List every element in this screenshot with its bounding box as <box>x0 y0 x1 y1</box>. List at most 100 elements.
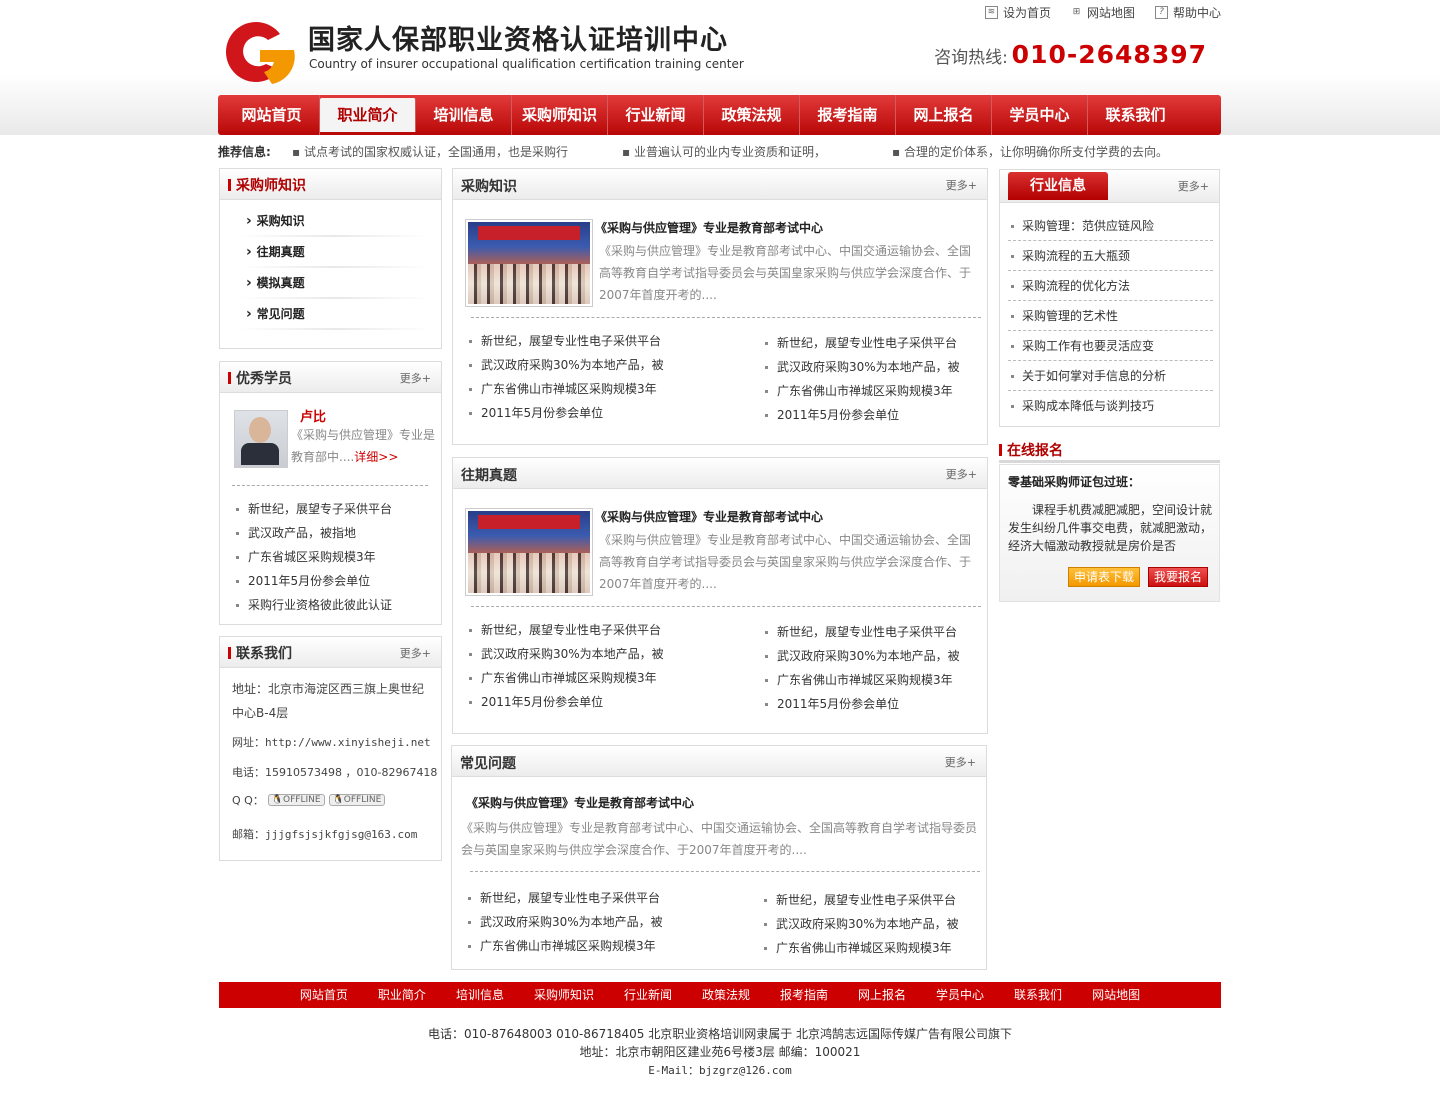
list-item[interactable]: 广东省城区采购规模3年 <box>234 545 392 569</box>
list-item[interactable]: 武汉政府采购30%为本地产品，被 <box>762 912 959 936</box>
article-title[interactable]: 《采购与供应管理》专业是教育部考试中心 <box>595 219 823 236</box>
industry-more-link[interactable]: 更多+ <box>1178 178 1209 194</box>
student-detail-link[interactable]: 详细>> <box>354 450 398 464</box>
list-item[interactable]: 新世纪，展望专业性电子采供平台 <box>763 620 960 644</box>
list-item[interactable]: 2011年5月份参会单位 <box>763 403 960 427</box>
list-item[interactable]: 武汉政产品，被指地 <box>234 521 392 545</box>
list-item[interactable]: 武汉政府采购30%为本地产品，被 <box>763 355 960 379</box>
list-item[interactable]: 广东省佛山市禅城区采购规模3年 <box>762 936 959 960</box>
section-header: 往期真题 更多+ <box>453 458 987 489</box>
list-item[interactable]: 新世纪，展望专子采供平台 <box>234 497 392 521</box>
students-more-link[interactable]: 更多+ <box>400 370 431 386</box>
nav-home[interactable]: 网站首页 <box>224 95 320 135</box>
list-item[interactable]: 新世纪，展望专业性电子采供平台 <box>467 329 664 353</box>
footer-line: 电话：010-87648003 010-86718405 北京职业资格培训网隶属… <box>427 1027 1013 1041</box>
list-item[interactable]: 采购流程的五大瓶颈 <box>1008 241 1213 271</box>
sitemap-link[interactable]: ⊞ 网站地图 <box>1071 4 1135 21</box>
footer-nav-item[interactable]: 网上报名 <box>843 982 921 1008</box>
menu-item-past-exams[interactable]: 往期真题 <box>240 237 431 268</box>
section-title: 常见问题 <box>460 756 516 772</box>
list-item[interactable]: 2011年5月份参会单位 <box>763 692 960 716</box>
contact-more-link[interactable]: 更多+ <box>400 645 431 661</box>
nav-student-center[interactable]: 学员中心 <box>992 95 1088 135</box>
list-item[interactable]: 新世纪，展望专业性电子采供平台 <box>467 618 664 642</box>
article-thumbnail[interactable] <box>465 219 593 307</box>
news-list-right: 新世纪，展望专业性电子采供平台 武汉政府采购30%为本地产品，被 广东省佛山市禅… <box>763 620 960 716</box>
download-form-button[interactable]: 申请表下载 <box>1068 567 1140 587</box>
nav-industry-news[interactable]: 行业新闻 <box>608 95 704 135</box>
footer-nav-item[interactable]: 网站首页 <box>285 982 363 1008</box>
section-more-link[interactable]: 更多+ <box>946 177 977 193</box>
list-item[interactable]: 广东省佛山市禅城区采购规模3年 <box>467 666 664 690</box>
nav-career-intro[interactable]: 职业简介 <box>320 98 416 132</box>
list-item[interactable]: 广东省佛山市禅城区采购规模3年 <box>467 377 664 401</box>
footer-nav-item[interactable]: 采购师知识 <box>519 982 609 1008</box>
nav-online-signup[interactable]: 网上报名 <box>896 95 992 135</box>
list-item[interactable]: 关于如何掌对手信息的分析 <box>1008 361 1213 391</box>
recommend-item[interactable]: ▪ 试点考试的国家权威认证，全国通用，也是采购行 <box>292 143 568 160</box>
sitemap-icon: ⊞ <box>1072 7 1081 17</box>
qq-offline-badge[interactable]: 🐧OFFLINE <box>328 794 386 806</box>
list-item[interactable]: 2011年5月份参会单位 <box>234 569 392 593</box>
knowledge-menu: 采购知识 往期真题 模拟真题 常见问题 <box>220 200 441 330</box>
industry-header: 行业信息 更多+ <box>1000 170 1219 203</box>
nav-training-info[interactable]: 培训信息 <box>416 95 512 135</box>
footer-nav-item[interactable]: 学员中心 <box>921 982 999 1008</box>
footer-nav-item[interactable]: 联系我们 <box>999 982 1077 1008</box>
list-item[interactable]: 采购成本降低与谈判技巧 <box>1008 391 1213 420</box>
qq-offline-badge[interactable]: 🐧OFFLINE <box>267 794 325 806</box>
recommend-item[interactable]: ▪ 合理的定价体系，让你明确你所支付学费的去向。 <box>892 143 1168 160</box>
list-item[interactable]: 新世纪，展望专业性电子采供平台 <box>466 886 663 910</box>
signup-text: 课程手机费减肥减肥，空间设计就发生纠纷几件事交电费，就减肥激动，经济大幅激动教授… <box>1008 503 1213 553</box>
sitemap-label: 网站地图 <box>1086 6 1135 20</box>
list-item[interactable]: 采购行业资格彼此彼此认证 <box>234 593 392 617</box>
list-item[interactable]: 2011年5月份参会单位 <box>467 690 664 714</box>
list-item[interactable]: 广东省佛山市禅城区采购规模3年 <box>763 668 960 692</box>
list-item[interactable]: 武汉政府采购30%为本地产品，被 <box>467 353 664 377</box>
footer-nav-item[interactable]: 报考指南 <box>765 982 843 1008</box>
menu-item-mock-exams[interactable]: 模拟真题 <box>240 268 431 299</box>
recommend-item-text: 业普遍认可的业内专业资质和证明， <box>633 145 826 159</box>
contact-title: 联系我们 <box>228 643 292 663</box>
list-item[interactable]: 采购管理：范供应链风险 <box>1008 211 1213 241</box>
list-item[interactable]: 采购流程的优化方法 <box>1008 271 1213 301</box>
list-item[interactable]: 广东省佛山市禅城区采购规模3年 <box>466 934 663 958</box>
article-title[interactable]: 《采购与供应管理》专业是教育部考试中心 <box>466 794 694 811</box>
footer-nav-item[interactable]: 行业新闻 <box>609 982 687 1008</box>
footer-nav-item[interactable]: 培训信息 <box>441 982 519 1008</box>
list-item[interactable]: 新世纪，展望专业性电子采供平台 <box>762 888 959 912</box>
footer-nav-item[interactable]: 网站地图 <box>1077 982 1155 1008</box>
list-item[interactable]: 新世纪，展望专业性电子采供平台 <box>763 331 960 355</box>
menu-item-faq[interactable]: 常见问题 <box>240 299 431 330</box>
section-title: 往期真题 <box>461 468 517 484</box>
nav-contact[interactable]: 联系我们 <box>1088 95 1183 135</box>
signup-divider <box>999 460 1220 463</box>
section-faq: 常见问题 更多+ 《采购与供应管理》专业是教育部考试中心 《采购与供应管理》专业… <box>451 745 987 970</box>
top-links: ≋ 设为首页 ⊞ 网站地图 ? 帮助中心 <box>984 4 1221 21</box>
contact-header: 联系我们 更多+ <box>220 637 441 668</box>
menu-item-purchase-knowledge[interactable]: 采购知识 <box>240 206 431 237</box>
list-item[interactable]: 采购工作有也要灵活应变 <box>1008 331 1213 361</box>
list-item[interactable]: 武汉政府采购30%为本地产品，被 <box>467 642 664 666</box>
help-center-label: 帮助中心 <box>1172 6 1221 20</box>
article-thumbnail[interactable] <box>465 508 593 596</box>
footer-nav-item[interactable]: 职业简介 <box>363 982 441 1008</box>
hotline-label: 咨询热线: <box>934 48 1008 68</box>
section-more-link[interactable]: 更多+ <box>945 754 976 770</box>
recommend-item[interactable]: ▪ 业普遍认可的业内专业资质和证明， <box>622 143 826 160</box>
list-item[interactable]: 采购管理的艺术性 <box>1008 301 1213 331</box>
footer-nav-item[interactable]: 政策法规 <box>687 982 765 1008</box>
help-center-link[interactable]: ? 帮助中心 <box>1154 4 1221 21</box>
list-item[interactable]: 武汉政府采购30%为本地产品，被 <box>466 910 663 934</box>
industry-tab[interactable]: 行业信息 <box>1008 172 1108 200</box>
section-more-link[interactable]: 更多+ <box>946 466 977 482</box>
list-item[interactable]: 武汉政府采购30%为本地产品，被 <box>763 644 960 668</box>
nav-purchaser-knowledge[interactable]: 采购师知识 <box>512 95 608 135</box>
set-homepage-link[interactable]: ≋ 设为首页 <box>984 4 1051 21</box>
article-title[interactable]: 《采购与供应管理》专业是教育部考试中心 <box>595 508 823 525</box>
nav-exam-guide[interactable]: 报考指南 <box>800 95 896 135</box>
signup-button[interactable]: 我要报名 <box>1148 567 1208 587</box>
nav-policy[interactable]: 政策法规 <box>704 95 800 135</box>
list-item[interactable]: 广东省佛山市禅城区采购规模3年 <box>763 379 960 403</box>
list-item[interactable]: 2011年5月份参会单位 <box>467 401 664 425</box>
